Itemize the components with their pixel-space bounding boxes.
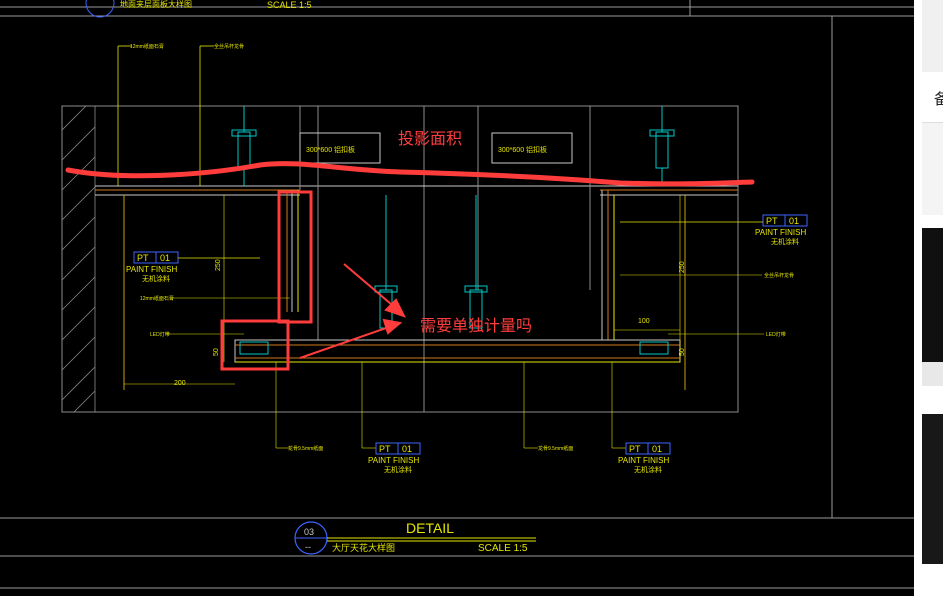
title-name: 大厅天花大样图 bbox=[332, 542, 395, 553]
title-dashes: -- bbox=[305, 542, 311, 552]
markup-arrows bbox=[299, 263, 406, 359]
markup-projection-line bbox=[65, 161, 755, 187]
svg-text:01: 01 bbox=[652, 444, 662, 454]
pt-tag-bottom-left: PT 01 PAINT FINISH 无机涂料 bbox=[368, 442, 421, 474]
dim-50-right: 50 bbox=[679, 348, 686, 356]
label-hanger-top: 全丝吊杆龙骨 bbox=[214, 43, 244, 50]
top-caption-scale: SCALE 1:5 bbox=[267, 0, 312, 10]
top-caption: 地面夹层面板大样图 SCALE 1:5 bbox=[85, 0, 312, 18]
title-number: 03 bbox=[304, 527, 314, 537]
dim-200: 200 bbox=[174, 380, 186, 387]
led-right bbox=[639, 341, 669, 355]
side-panel-header bbox=[922, 0, 943, 72]
hanger-right bbox=[649, 106, 675, 186]
svg-text:01: 01 bbox=[402, 444, 412, 454]
svg-text:无机涂料: 无机涂料 bbox=[384, 465, 412, 474]
side-panel-thumb-dark[interactable] bbox=[922, 228, 943, 362]
title-scale: SCALE 1:5 bbox=[478, 543, 528, 554]
dim-250-right: 250 bbox=[679, 261, 686, 273]
svg-text:01: 01 bbox=[160, 253, 170, 263]
side-panel-glyph: 备 bbox=[934, 90, 943, 108]
svg-text:PAINT FINISH: PAINT FINISH bbox=[368, 456, 419, 465]
left-wall-hatch bbox=[61, 105, 96, 413]
svg-text:PAINT FINISH: PAINT FINISH bbox=[755, 228, 806, 237]
side-panel: 备 bbox=[914, 0, 943, 596]
markup-question-text: 需要单独计量吗 bbox=[420, 317, 532, 335]
title-block: 03 -- DETAIL 大厅天花大样图 SCALE 1:5 bbox=[294, 520, 536, 555]
svg-text:PAINT FINISH: PAINT FINISH bbox=[126, 265, 177, 274]
bottom-leaders bbox=[275, 362, 626, 449]
svg-text:PT: PT bbox=[137, 253, 149, 263]
svg-text:PT: PT bbox=[379, 444, 391, 454]
led-left bbox=[239, 341, 269, 355]
board-box-left: 300*600 铝扣板 bbox=[299, 132, 381, 164]
svg-text:PT: PT bbox=[629, 444, 641, 454]
pt-tag-bottom-right: PT 01 PAINT FINISH 无机涂料 bbox=[618, 442, 671, 474]
dim-250-left: 250 bbox=[215, 259, 222, 271]
svg-text:PT: PT bbox=[766, 216, 778, 226]
dimensions bbox=[124, 195, 681, 385]
label-led-left: LED灯带 bbox=[150, 331, 170, 338]
svg-text:01: 01 bbox=[789, 216, 799, 226]
side-panel-thumb-2[interactable] bbox=[922, 362, 943, 386]
svg-text:无机涂料: 无机涂料 bbox=[634, 465, 662, 474]
right-drop-box bbox=[601, 190, 686, 390]
cad-drawing-canvas[interactable]: 地面夹层面板大样图 SCALE 1:5 300*600 铝扣板 300*600 … bbox=[0, 0, 943, 596]
svg-text:无机涂料: 无机涂料 bbox=[142, 274, 170, 283]
markup-projection-text: 投影面积 bbox=[398, 130, 462, 148]
top-caption-title: 地面夹层面板大样图 bbox=[120, 0, 192, 9]
ceiling-slab bbox=[95, 185, 738, 196]
label-12mm-top: 12mm纸面石膏 bbox=[130, 43, 164, 50]
label-bottom-a: 龙骨9.5mm纸面 bbox=[288, 445, 323, 452]
title-detail: DETAIL bbox=[406, 520, 454, 536]
top-leaders bbox=[117, 45, 214, 186]
markup-box-vertical bbox=[277, 190, 313, 324]
hanger-left bbox=[231, 106, 257, 186]
side-panel-thumb-3[interactable] bbox=[922, 414, 943, 564]
hanger-mid-b bbox=[464, 195, 488, 329]
sheet-border bbox=[0, 0, 914, 589]
dim-100: 100 bbox=[638, 318, 650, 325]
pt-tag-left: PT 01 PAINT FINISH 无机涂料 bbox=[126, 251, 260, 283]
dim-50-left: 50 bbox=[213, 348, 220, 356]
svg-text:无机涂料: 无机涂料 bbox=[771, 237, 799, 246]
side-panel-thumb-1[interactable] bbox=[922, 122, 943, 215]
board-box-right: 300*600 铝扣板 bbox=[491, 132, 573, 164]
label-12mm-left: 12mm纸面石膏 bbox=[140, 295, 174, 302]
label-hanger-right: 全丝吊杆龙骨 bbox=[764, 272, 794, 279]
label-bottom-b: 龙骨9.5mm纸面 bbox=[538, 445, 573, 452]
svg-text:PAINT FINISH: PAINT FINISH bbox=[618, 456, 669, 465]
label-led-right: LED灯带 bbox=[766, 331, 786, 338]
lower-soffit bbox=[234, 339, 681, 363]
svg-text:300*600 铝扣板: 300*600 铝扣板 bbox=[306, 145, 355, 154]
svg-text:300*600 铝扣板: 300*600 铝扣板 bbox=[498, 145, 547, 154]
pt-tag-right: PT 01 PAINT FINISH 无机涂料 bbox=[620, 214, 808, 246]
